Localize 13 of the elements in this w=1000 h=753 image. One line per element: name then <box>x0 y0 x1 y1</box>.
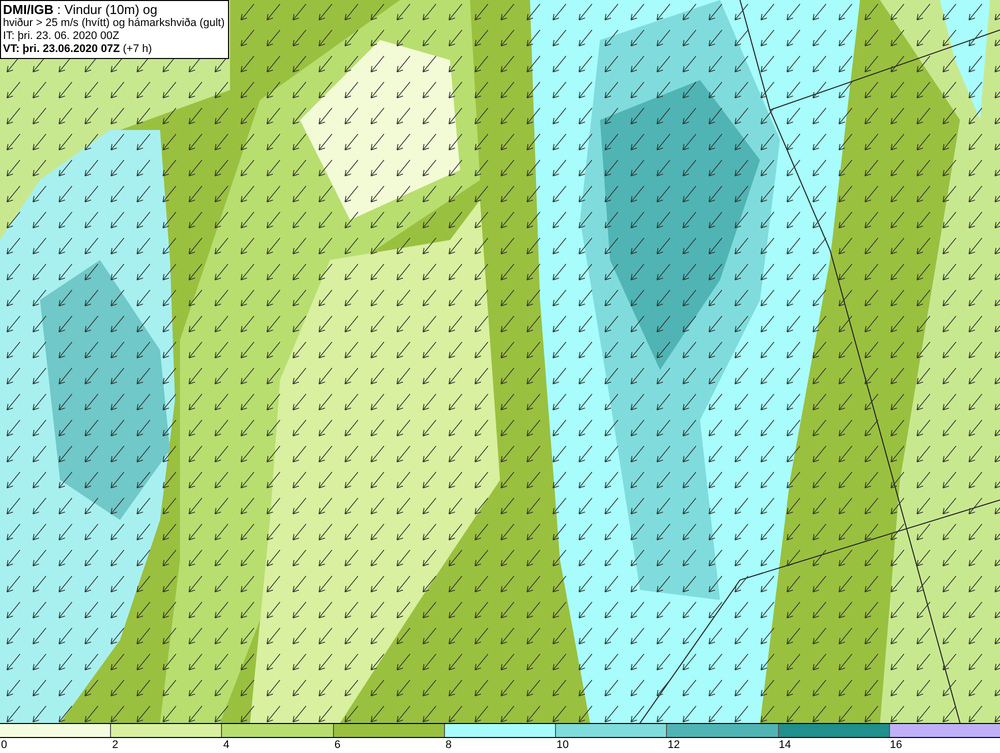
scale-label: 0 <box>0 738 8 753</box>
scale-label: 10 <box>556 738 570 753</box>
scale-label: 2 <box>111 738 120 753</box>
title-line: VT: þri. 23.06.2020 07Z (+7 h) <box>3 43 153 56</box>
scale-label: 4 <box>222 738 230 753</box>
scale-label: 12 <box>666 738 681 753</box>
title-line: DMI/IGB : Vindur (10m) og <box>3 2 158 17</box>
scale-label: 16 <box>888 738 904 753</box>
title-line: hviður > 25 m/s (hvítt) og hámarkshviða (gult) <box>3 17 225 30</box>
scale-label: 8 <box>444 738 453 753</box>
scale-label: 6 <box>333 738 342 753</box>
scale-label: 14 <box>778 738 792 753</box>
title-line: IT: þri. 23. 06. 2020 00Z <box>3 30 120 43</box>
